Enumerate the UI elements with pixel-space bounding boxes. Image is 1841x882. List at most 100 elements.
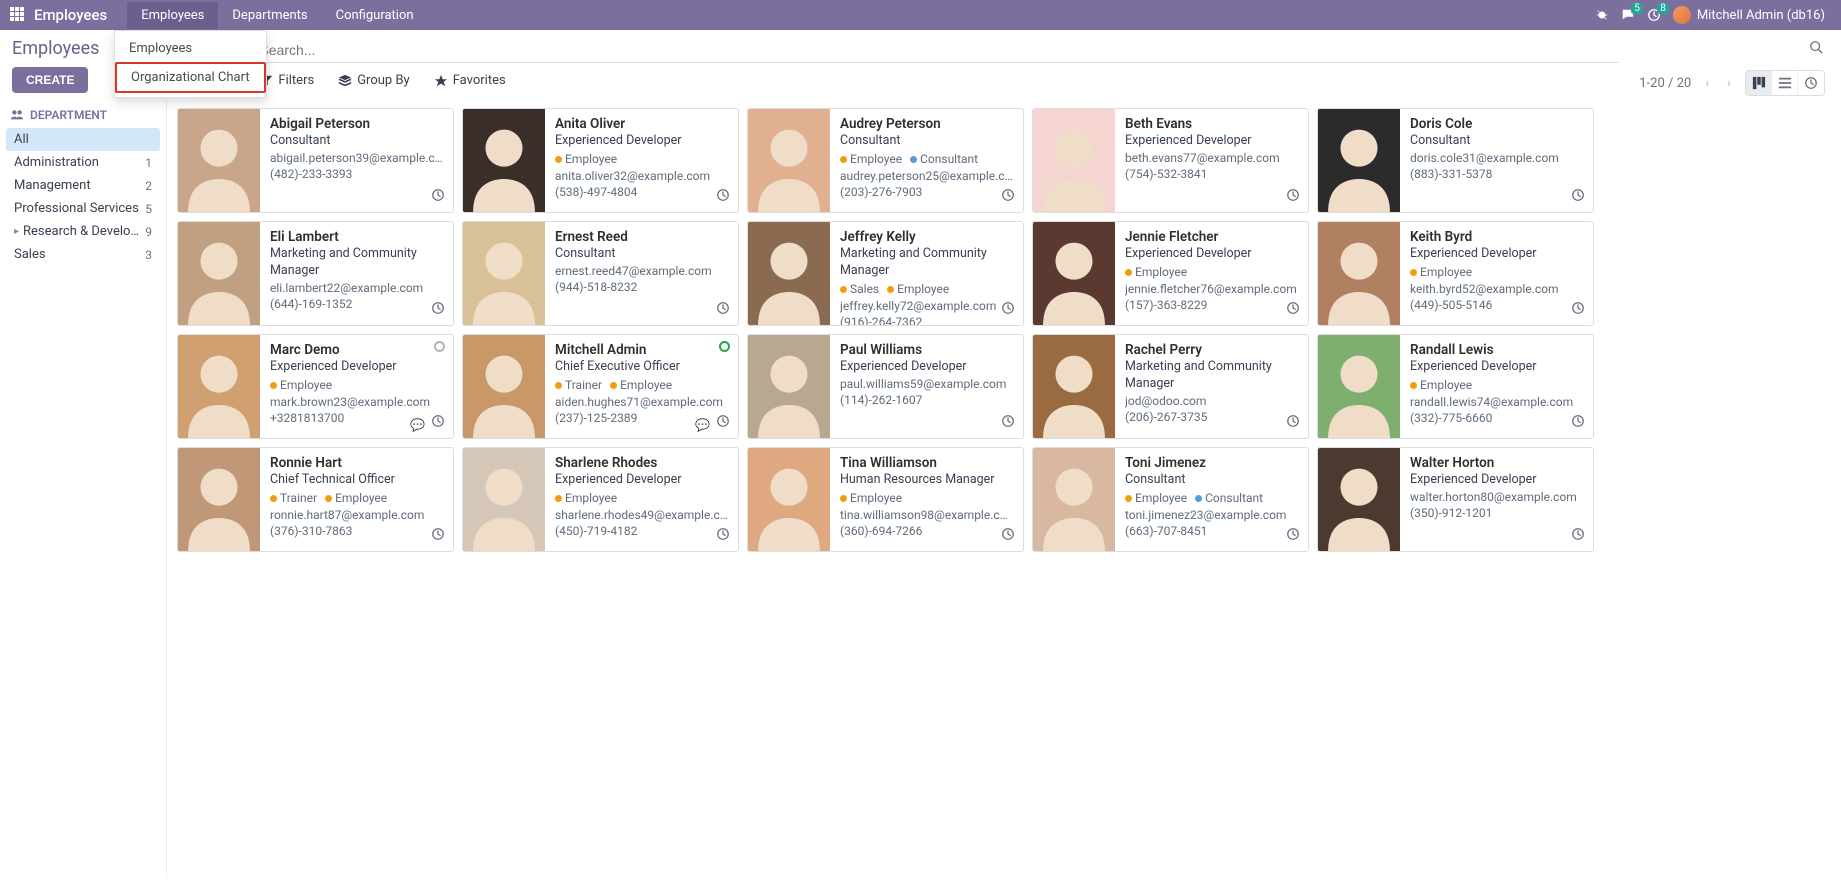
search-icon[interactable] [1809,40,1823,58]
employee-card[interactable]: Beth EvansExperienced Developerbeth.evan… [1032,108,1309,213]
employee-role: Experienced Developer [1410,472,1583,489]
clock-icon[interactable] [1286,527,1300,545]
dropdown-item-employees[interactable]: Employees [115,35,266,62]
clock-icon[interactable] [1001,414,1015,432]
employee-photo [748,109,830,212]
employee-tags: Employee [1410,377,1583,393]
employee-phone: (332)-775-6660 [1410,410,1583,426]
sidebar-item-administration[interactable]: Administration1 [6,151,160,174]
view-list[interactable] [1772,71,1798,95]
pager-prev[interactable]: ‹ [1701,76,1713,91]
employee-card[interactable]: Ernest ReedConsultanternest.reed47@examp… [462,221,739,326]
message-icon[interactable]: 💬 [695,418,710,432]
employee-card[interactable]: Sharlene RhodesExperienced DeveloperEmpl… [462,447,739,552]
employee-card[interactable]: Marc DemoExperienced DeveloperEmployeema… [177,334,454,439]
employee-name: Marc Demo [270,341,443,359]
employee-name: Tina Williamson [840,454,1013,472]
employee-name: Ronnie Hart [270,454,443,472]
employee-card[interactable]: Eli LambertMarketing and Community Manag… [177,221,454,326]
search-input[interactable] [259,38,1619,63]
dropdown-item-org-chart[interactable]: Organizational Chart [115,62,266,93]
menu-employees[interactable]: Employees [127,2,218,29]
tag-dot-icon [840,156,847,163]
clock-icon[interactable] [1571,527,1585,545]
employee-card[interactable]: Toni JimenezConsultantEmployeeConsultant… [1032,447,1309,552]
clock-icon[interactable] [1001,188,1015,206]
employees-dropdown: Employees Organizational Chart [114,30,267,98]
message-icon[interactable]: 💬 [410,418,425,432]
employee-card[interactable]: Doris ColeConsultantdoris.cole31@example… [1317,108,1594,213]
employee-role: Experienced Developer [270,359,443,376]
clock-icon[interactable] [1286,301,1300,319]
groupby-button[interactable]: Group By [338,73,410,88]
employee-card[interactable]: Rachel PerryMarketing and Community Mana… [1032,334,1309,439]
view-kanban[interactable] [1746,71,1772,95]
employee-photo [1318,222,1400,325]
sidebar-item-research-develop-[interactable]: ▸Research & Develop…9 [6,220,160,243]
employee-card[interactable]: Abigail PetersonConsultantabigail.peters… [177,108,454,213]
sidebar-item-label: Research & Develop… [23,224,145,239]
employee-card[interactable]: Jennie FletcherExperienced DeveloperEmpl… [1032,221,1309,326]
employee-email: keith.byrd52@example.com [1410,281,1583,297]
clock-icon[interactable] [716,414,730,432]
clock-icon[interactable] [1001,527,1015,545]
tag-label: Sales [850,282,879,296]
clock-icon[interactable] [1571,188,1585,206]
clock-icon[interactable] [431,188,445,206]
clock-icon[interactable] [431,414,445,432]
clock-icon[interactable] [1286,188,1300,206]
apps-icon[interactable] [10,7,26,23]
employee-card[interactable]: Jeffrey KellyMarketing and Community Man… [747,221,1024,326]
sidebar-item-sales[interactable]: Sales3 [6,243,160,266]
create-button[interactable]: CREATE [12,67,88,93]
activity-icon[interactable]: 8 [1647,8,1661,22]
clock-icon[interactable] [1571,301,1585,319]
clock-icon[interactable] [431,301,445,319]
employee-photo [463,222,545,325]
sidebar-item-label: Sales [14,247,46,262]
employee-role: Consultant [270,133,443,150]
employee-card[interactable]: Keith ByrdExperienced DeveloperEmployeek… [1317,221,1594,326]
employee-card[interactable]: Anita OliverExperienced DeveloperEmploye… [462,108,739,213]
sidebar-item-management[interactable]: Management2 [6,174,160,197]
employee-role: Experienced Developer [1410,359,1583,376]
tag-label: Trainer [565,378,602,392]
employee-card[interactable]: Mitchell AdminChief Executive OfficerTra… [462,334,739,439]
tag-label: Employee [1135,265,1187,279]
clock-icon[interactable] [716,301,730,319]
clock-icon[interactable] [1571,414,1585,432]
user-menu[interactable]: Mitchell Admin (db16) [1673,6,1825,24]
clock-icon[interactable] [716,527,730,545]
star-icon [434,74,448,88]
tag-label: Consultant [1205,491,1263,505]
clock-icon[interactable] [1286,414,1300,432]
sidebar-item-professional-services[interactable]: Professional Services5 [6,197,160,220]
employee-email: sharlene.rhodes49@example.com [555,507,728,523]
employee-card[interactable]: Tina WilliamsonHuman Resources ManagerEm… [747,447,1024,552]
employee-email: paul.williams59@example.com [840,376,1013,392]
clock-icon[interactable] [1001,301,1015,319]
employee-card[interactable]: Walter HortonExperienced Developerwalter… [1317,447,1594,552]
people-icon [10,108,24,122]
menu-configuration[interactable]: Configuration [322,2,428,29]
employee-card[interactable]: Audrey PetersonConsultantEmployeeConsult… [747,108,1024,213]
breadcrumb-title: Employees [12,38,99,59]
view-activity[interactable] [1798,71,1824,95]
filters-button[interactable]: Filters [259,73,314,88]
clock-icon[interactable] [716,188,730,206]
employee-card[interactable]: Ronnie HartChief Technical OfficerTraine… [177,447,454,552]
favorites-button[interactable]: Favorites [434,73,506,88]
bug-icon[interactable] [1595,8,1609,22]
employee-name: Mitchell Admin [555,341,728,359]
clock-icon[interactable] [431,527,445,545]
employee-tags: Employee [840,490,1013,506]
employee-card[interactable]: Paul WilliamsExperienced Developerpaul.w… [747,334,1024,439]
employee-phone: (449)-505-5146 [1410,297,1583,313]
sidebar-item-all[interactable]: All [6,128,160,151]
employee-card[interactable]: Randall LewisExperienced DeveloperEmploy… [1317,334,1594,439]
employee-email: ernest.reed47@example.com [555,263,728,279]
employee-email: eli.lambert22@example.com [270,280,443,296]
menu-departments[interactable]: Departments [218,2,321,29]
chat-icon[interactable]: 5 [1621,8,1635,22]
pager-next[interactable]: › [1723,76,1735,91]
